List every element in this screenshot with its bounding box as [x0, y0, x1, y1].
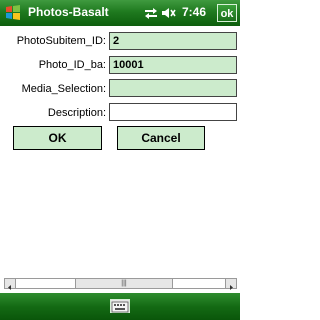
- chevron-right-icon: [230, 285, 233, 290]
- media-selection-label: Media_Selection:: [21, 83, 106, 95]
- media-selection-field[interactable]: [109, 79, 237, 97]
- photosubitem-id-label: PhotoSubitem_ID:: [16, 35, 106, 47]
- clock: 7:46: [182, 5, 207, 19]
- horizontal-scrollbar[interactable]: |||: [4, 278, 237, 290]
- scroll-right-button[interactable]: [225, 279, 236, 290]
- ok-button[interactable]: OK: [13, 126, 102, 150]
- app-title: Photos-Basalt: [28, 5, 109, 19]
- cancel-button[interactable]: Cancel: [117, 126, 205, 150]
- title-bar: Photos-Basalt 7:46 ok: [0, 0, 240, 26]
- keyboard-icon[interactable]: [110, 299, 130, 313]
- photo-id-ba-label: Photo_ID_ba:: [38, 59, 106, 71]
- chevron-left-icon: [8, 285, 11, 290]
- ok-title-button[interactable]: ok: [217, 4, 237, 22]
- scroll-thumb[interactable]: |||: [75, 279, 173, 288]
- description-field[interactable]: [109, 103, 237, 121]
- photosubitem-id-field[interactable]: 2: [109, 32, 237, 50]
- windows-flag-icon[interactable]: [4, 4, 22, 22]
- photo-id-ba-field[interactable]: 10001: [109, 56, 237, 74]
- network-icon[interactable]: [143, 6, 159, 20]
- scroll-left-button[interactable]: [5, 279, 16, 290]
- volume-icon[interactable]: [161, 6, 177, 20]
- description-label: Description:: [47, 107, 106, 119]
- bottom-bar: [0, 293, 240, 320]
